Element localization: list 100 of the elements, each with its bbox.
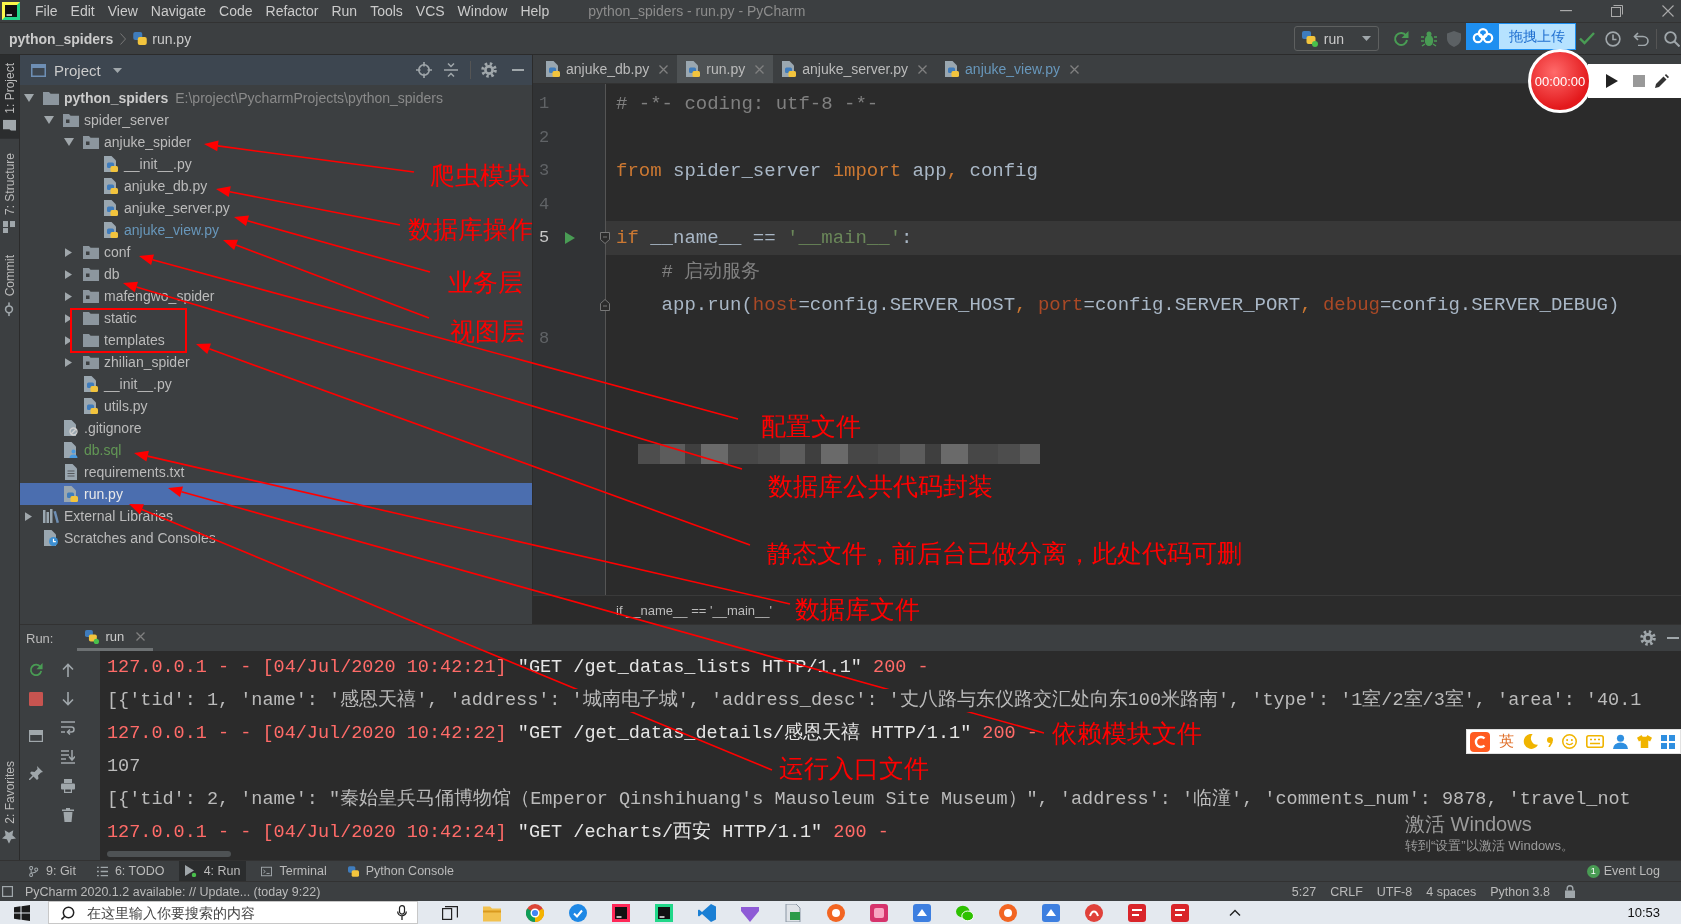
microphone-icon[interactable] (397, 905, 407, 920)
tree-item[interactable]: templates (20, 329, 168, 351)
tree-item[interactable]: utils.py (20, 395, 151, 417)
expand-arrow-icon[interactable] (65, 269, 72, 279)
circular-arrow-icon[interactable] (1393, 30, 1409, 47)
breadcrumb-item[interactable]: run.py (133, 30, 192, 47)
arrow-down-icon[interactable] (61, 692, 75, 706)
close-icon[interactable] (918, 64, 928, 74)
tree-item[interactable]: __init__.py (20, 153, 195, 175)
person-icon[interactable] (1613, 734, 1628, 749)
settings-icon[interactable] (1640, 630, 1656, 646)
close-icon[interactable] (136, 632, 146, 641)
tree-item[interactable]: python_spiders E:\project\PycharmProjects\python_spiders (20, 87, 446, 109)
collapse-all-icon[interactable] (444, 63, 458, 77)
fold-marker-icon[interactable] (600, 231, 610, 244)
app-tile-icon[interactable] (655, 903, 673, 922)
menu-item[interactable]: View (107, 3, 138, 19)
fold-marker-icon[interactable] (600, 298, 610, 311)
app-tile-icon[interactable] (1128, 903, 1146, 922)
task-view-icon[interactable] (442, 905, 458, 920)
app-tile-icon[interactable] (913, 903, 931, 922)
tree-item[interactable]: spider_server (20, 109, 172, 131)
expand-arrow-icon[interactable] (65, 313, 72, 323)
tree-item[interactable]: conf (20, 241, 134, 263)
menu-item[interactable]: File (35, 3, 58, 19)
breadcrumb-item[interactable]: python_spiders (9, 30, 114, 47)
status-item[interactable]: CRLF (1323, 884, 1370, 899)
search-box[interactable]: 在这里输入你要搜索的内容 (48, 901, 418, 924)
tree-item[interactable]: anjuke_spider (20, 131, 195, 153)
play-icon[interactable] (1606, 74, 1618, 88)
document-icon[interactable] (784, 903, 802, 922)
tool-window-tab[interactable]: 7: Structure (0, 144, 19, 241)
tree-item[interactable]: static (20, 307, 140, 329)
tree-item[interactable]: anjuke_server.py (20, 197, 233, 219)
scroll-to-end-icon[interactable] (61, 750, 75, 764)
ring-icon[interactable] (526, 903, 544, 922)
menu-item[interactable]: Tools (370, 3, 403, 19)
menu-item[interactable]: Help (520, 3, 550, 19)
tool-window-button[interactable]: Terminal (255, 861, 333, 881)
tree-item[interactable]: __init__.py (20, 373, 175, 395)
tree-item[interactable]: anjuke_db.py (20, 175, 211, 197)
status-item[interactable]: Python 3.8 (1483, 884, 1557, 899)
undo-icon[interactable] (1633, 31, 1649, 46)
printer-icon[interactable] (61, 779, 75, 793)
lock-icon[interactable] (1565, 885, 1575, 898)
tool-window-tab[interactable]: Commit (0, 246, 19, 325)
ribbon-icon[interactable] (698, 903, 716, 922)
upload-button[interactable]: 拖拽上传 (1499, 24, 1575, 49)
tool-window-button[interactable]: 4: Run (179, 861, 247, 881)
run-triangle-icon[interactable] (565, 231, 575, 244)
tool-window-button[interactable]: 9: Git (22, 861, 82, 881)
collapse-arrow-icon[interactable] (43, 116, 54, 124)
square-icon[interactable] (2, 886, 13, 897)
close-icon[interactable] (1662, 5, 1674, 17)
grid-icon[interactable] (1661, 734, 1675, 749)
tool-window-tab[interactable]: 2: Favorites (0, 753, 19, 852)
round-app-icon[interactable] (999, 903, 1017, 922)
circular-arrow-icon[interactable] (29, 663, 43, 677)
tree-item[interactable]: anjuke_view.py (20, 219, 222, 241)
app-tile-icon[interactable] (870, 903, 888, 922)
tree-item[interactable]: run.py (20, 483, 532, 505)
collapse-arrow-icon[interactable] (23, 94, 34, 102)
round-app-icon[interactable] (1085, 903, 1103, 922)
menu-item[interactable]: VCS (415, 3, 445, 19)
run-config-dropdown[interactable]: run (1293, 26, 1379, 51)
search-icon[interactable] (1664, 30, 1680, 47)
tool-window-tab[interactable]: 1: Project (0, 55, 19, 139)
bug-icon[interactable] (1421, 30, 1437, 47)
editor-tab[interactable]: anjuke_db.py (537, 55, 678, 83)
clock-text[interactable]: 10:53 (1627, 905, 1660, 920)
expand-arrow-icon[interactable] (65, 291, 72, 301)
minimize-icon[interactable] (1560, 10, 1572, 12)
expand-arrow-icon[interactable] (65, 247, 72, 257)
pencil-icon[interactable] (1655, 74, 1669, 88)
tree-item[interactable]: db.sql (20, 439, 125, 461)
tree-item[interactable]: requirements.txt (20, 461, 188, 483)
menu-item[interactable]: Navigate (150, 3, 207, 19)
search-field[interactable]: 在这里输入你要搜索的内容 (87, 904, 397, 921)
expand-arrow-icon[interactable] (25, 511, 32, 521)
editor-tab[interactable]: anjuke_server.py (773, 55, 937, 83)
tree-item[interactable]: db (20, 263, 123, 285)
arrow-up-icon[interactable] (61, 663, 75, 677)
soft-wrap-icon[interactable] (61, 721, 75, 735)
check-circle-icon[interactable] (569, 903, 587, 922)
scrollbar-thumb[interactable] (107, 851, 231, 857)
input-mode-toggle[interactable]: 英 (1499, 732, 1514, 751)
editor-tab[interactable]: run.py (677, 55, 774, 83)
tool-window-button[interactable]: 6: TODO (90, 861, 171, 881)
menu-item[interactable]: Code (219, 3, 253, 19)
clock-icon[interactable] (1605, 30, 1621, 47)
status-item[interactable]: UTF-8 (1369, 884, 1420, 899)
ime-logo-icon[interactable] (1470, 731, 1490, 752)
app-tile-icon[interactable] (612, 903, 630, 922)
menu-item[interactable]: Edit (70, 3, 95, 19)
expand-arrow-icon[interactable] (65, 335, 72, 345)
status-item[interactable]: 5:27 (1284, 884, 1324, 899)
settings-icon[interactable] (481, 62, 497, 78)
view-selector[interactable]: Project (31, 61, 122, 79)
menu-item[interactable]: Run (331, 3, 358, 19)
tree-item[interactable]: zhilian_spider (20, 351, 193, 373)
